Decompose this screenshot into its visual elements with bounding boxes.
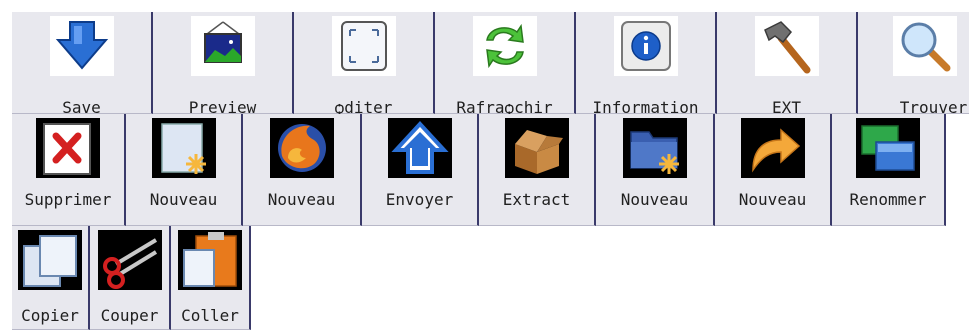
upload-button[interactable]: Envoyer — [362, 114, 479, 226]
paste-label: Coller — [181, 306, 239, 325]
information-button[interactable]: Information — [576, 12, 717, 117]
rename-icon — [856, 118, 920, 178]
copy-label: Copier — [21, 306, 79, 325]
preview-button[interactable]: Preview — [153, 12, 294, 117]
copy-icon — [18, 230, 82, 290]
new-browser-button[interactable]: Nouveau — [243, 114, 362, 226]
open-box-icon — [504, 118, 569, 178]
upload-label: Envoyer — [385, 190, 454, 209]
search-icon — [892, 16, 957, 76]
new-folder-label: Nouveau — [620, 190, 689, 209]
cut-label: Couper — [100, 306, 159, 325]
extract-button[interactable]: Extract — [479, 114, 596, 226]
ext-button[interactable]: EXT — [717, 12, 858, 117]
edit-icon — [331, 16, 396, 76]
paste-button[interactable]: Coller — [171, 226, 251, 330]
paste-icon — [178, 230, 242, 290]
firefox-icon — [269, 118, 334, 178]
new-arrow-button[interactable]: Nouveau — [715, 114, 832, 226]
new-file-button[interactable]: Nouveau — [126, 114, 243, 226]
redo-arrow-icon — [740, 118, 805, 178]
new-file-label: Nouveau — [149, 190, 218, 209]
hammer-icon — [754, 16, 819, 76]
new-file-icon — [151, 118, 216, 178]
upload-icon — [387, 118, 452, 178]
refresh-icon — [472, 16, 537, 76]
delete-button[interactable]: Supprimer — [12, 114, 126, 226]
edit-button[interactable]: ѻditer — [294, 12, 435, 117]
file-toolbar: Save Preview ѻditer Rafraѻchir Informati… — [0, 0, 969, 330]
save-button[interactable]: Save — [12, 12, 153, 117]
delete-label: Supprimer — [24, 190, 112, 209]
cut-button[interactable]: Couper — [90, 226, 171, 330]
rename-button[interactable]: Renommer — [832, 114, 946, 226]
new-folder-icon — [622, 118, 687, 178]
scissors-icon — [97, 230, 162, 290]
extract-label: Extract — [502, 190, 571, 209]
preview-icon — [190, 16, 255, 76]
delete-icon — [36, 118, 100, 178]
save-icon — [49, 16, 114, 76]
copy-button[interactable]: Copier — [12, 226, 90, 330]
new-arrow-label: Nouveau — [738, 190, 807, 209]
search-button[interactable]: Trouver — [858, 12, 969, 117]
info-icon — [613, 16, 678, 76]
refresh-button[interactable]: Rafraѻchir — [435, 12, 576, 117]
rename-label: Renommer — [849, 190, 927, 209]
new-folder-button[interactable]: Nouveau — [596, 114, 715, 226]
new-browser-label: Nouveau — [267, 190, 336, 209]
